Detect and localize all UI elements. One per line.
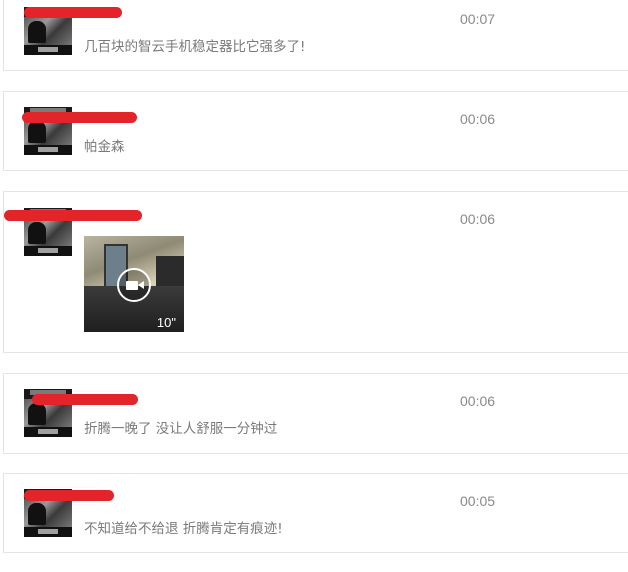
- video-camera-icon[interactable]: [117, 268, 151, 302]
- comment-card: 00:07 几百块的智云手机稳定器比它强多了!: [3, 0, 628, 71]
- video-thumbnail[interactable]: 10": [84, 236, 184, 332]
- redacted-username: [22, 112, 137, 123]
- comment-text: 帕金森: [84, 139, 125, 155]
- video-duration: 10": [156, 315, 176, 330]
- comment-time: 00:05: [460, 493, 496, 509]
- comment-time: 00:06: [460, 393, 496, 409]
- redacted-username: [24, 490, 114, 501]
- comment-text: 几百块的智云手机稳定器比它强多了!: [84, 39, 306, 55]
- comment-card: 00:06 折腾一晚了 没让人舒服一分钟过: [3, 373, 628, 454]
- redacted-username: [4, 210, 142, 221]
- comment-text: 不知道给不给退 折腾肯定有痕迹!: [84, 521, 283, 537]
- comment-card: 00:06 10": [3, 191, 628, 353]
- comment-time: 00:07: [460, 11, 496, 27]
- redacted-username: [24, 7, 122, 18]
- comment-time: 00:06: [460, 211, 496, 227]
- comment-card: 00:05 不知道给不给退 折腾肯定有痕迹!: [3, 473, 628, 553]
- comment-card: 00:06 帕金森: [3, 91, 628, 171]
- redacted-username: [32, 394, 138, 405]
- comment-time: 00:06: [460, 111, 496, 127]
- comment-text: 折腾一晚了 没让人舒服一分钟过: [84, 421, 278, 437]
